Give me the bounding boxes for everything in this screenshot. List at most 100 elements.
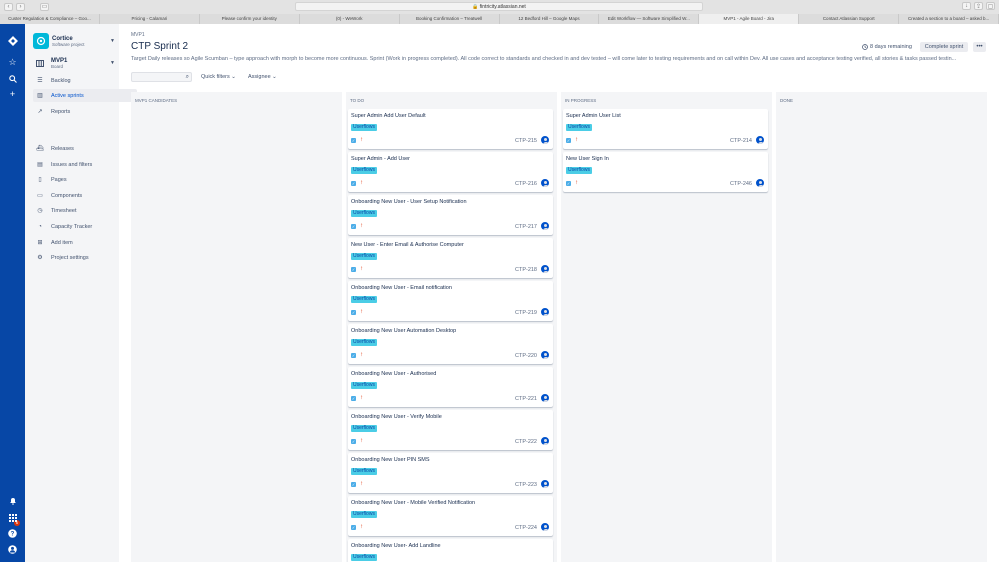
app-switcher-icon[interactable] [7, 512, 18, 523]
share-icon[interactable]: ⇪ [974, 2, 983, 10]
epic-label[interactable]: Userflows [351, 167, 377, 174]
assignee-avatar[interactable] [540, 393, 550, 403]
epic-label[interactable]: Userflows [351, 210, 377, 217]
epic-label[interactable]: Userflows [566, 167, 592, 174]
project-header[interactable]: Cortice Software project ▼ [33, 32, 115, 50]
sidebar-toggle-icon[interactable]: ▭ [40, 2, 49, 11]
assignee-avatar[interactable] [540, 436, 550, 446]
browser-tab[interactable]: Please confirm your identity [199, 14, 300, 24]
complete-sprint-button[interactable]: Complete sprint [920, 42, 968, 52]
issue-card[interactable]: New User Sign In Userflows ✓ ↑ CTP-246 [563, 152, 768, 192]
browser-tab[interactable]: Pricing - Calamari [99, 14, 200, 24]
issue-key[interactable]: CTP-219 [515, 310, 537, 316]
issue-key[interactable]: CTP-246 [730, 181, 752, 187]
issue-key[interactable]: CTP-215 [515, 138, 537, 144]
story-type-icon: ✓ [566, 181, 571, 186]
assignee-avatar[interactable] [540, 307, 550, 317]
assignee-avatar[interactable] [540, 350, 550, 360]
browser-tab[interactable]: Booking Confirmation – Treatwell [399, 14, 500, 24]
epic-label[interactable]: Userflows [351, 296, 377, 303]
assignee-avatar[interactable] [540, 221, 550, 231]
browser-tab[interactable]: Custer Regulation & Compliance – Goo... [0, 14, 100, 24]
sidebar-item-pages[interactable]: ▯ Pages [33, 173, 137, 186]
sidebar-item-timesheet[interactable]: ◷ Timesheet [33, 204, 137, 217]
address-bar[interactable]: 🔒 fintricity.atlassian.net [295, 2, 703, 11]
sidebar-item-components[interactable]: ▭ Components [33, 189, 137, 202]
issue-card[interactable]: Onboarding New User - User Setup Notific… [348, 195, 553, 235]
issue-card[interactable]: Onboarding New User - Mobile Verified No… [348, 496, 553, 536]
sidebar-item-backlog[interactable]: ☰ Backlog [33, 74, 137, 87]
chevron-down-icon[interactable]: ▼ [110, 38, 115, 44]
sidebar-item-add-item[interactable]: ⊞ Add item [33, 236, 137, 249]
issue-key[interactable]: CTP-223 [515, 482, 537, 488]
quick-filters-dropdown[interactable]: Quick filters ⌄ [201, 74, 236, 80]
issue-card[interactable]: Super Admin Add User Default Userflows ✓ ↑ C… [348, 109, 553, 149]
assignee-avatar[interactable] [540, 178, 550, 188]
assignee-avatar[interactable] [755, 178, 765, 188]
profile-icon[interactable] [7, 544, 18, 555]
issue-card[interactable]: Onboarding New User Automation Desktop Us… [348, 324, 553, 364]
assignee-avatar[interactable] [540, 522, 550, 532]
epic-label[interactable]: Userflows [351, 468, 377, 475]
issue-key[interactable]: CTP-222 [515, 439, 537, 445]
issue-card[interactable]: Onboarding New User - Verify Mobile Userf… [348, 410, 553, 450]
epic-label[interactable]: Userflows [351, 511, 377, 518]
help-icon[interactable]: ? [7, 528, 18, 539]
breadcrumb[interactable]: MVP1 [131, 32, 145, 38]
issue-card[interactable]: Onboarding New User - Email notification… [348, 281, 553, 321]
epic-label[interactable]: Userflows [566, 124, 592, 131]
issue-key[interactable]: CTP-220 [515, 353, 537, 359]
issue-key[interactable]: CTP-218 [515, 267, 537, 273]
sidebar-item-reports[interactable]: ↗ Reports [33, 105, 137, 118]
sidebar-item-releases[interactable]: ⛴ Releases [33, 142, 137, 155]
more-actions-button[interactable]: ••• [973, 42, 986, 52]
forward-icon[interactable]: › [16, 2, 25, 11]
issue-key[interactable]: CTP-216 [515, 181, 537, 187]
epic-label[interactable]: Userflows [351, 425, 377, 432]
epic-label[interactable]: Userflows [351, 554, 377, 561]
issue-card[interactable]: New User - Enter Email & Authorise Compu… [348, 238, 553, 278]
browser-tab[interactable]: 12 Bedford Hill – Google Maps [499, 14, 600, 24]
epic-label[interactable]: Userflows [351, 253, 377, 260]
sidebar-item-issues[interactable]: ▤ Issues and filters [33, 158, 137, 171]
browser-tab[interactable]: Contact Atlassian Support [799, 14, 900, 24]
tabs-overview-icon[interactable]: ▢ [986, 2, 995, 10]
issue-key[interactable]: CTP-224 [515, 525, 537, 531]
browser-tab[interactable]: Edit Workflow — Software Simplified W... [599, 14, 700, 24]
sidebar-item-label: Project settings [51, 254, 89, 261]
assignee-avatar[interactable] [540, 135, 550, 145]
assignee-avatar[interactable] [540, 264, 550, 274]
assignee-avatar[interactable] [540, 479, 550, 489]
search-input[interactable]: ⌕ [131, 72, 192, 82]
assignee-dropdown[interactable]: Assignee ⌄ [248, 74, 277, 80]
sidebar-item-project-settings[interactable]: ⚙ Project settings [33, 251, 137, 264]
priority-high-icon: ↑ [360, 438, 363, 444]
issue-key[interactable]: CTP-214 [730, 138, 752, 144]
issue-card[interactable]: Super Admin User List Userflows ✓ ↑ CTP-214 [563, 109, 768, 149]
star-icon[interactable]: ☆ [7, 57, 18, 68]
browser-tab[interactable]: MVP1 - Agile Board - Jira [699, 14, 800, 24]
issue-card[interactable]: Onboarding New User PIN SMS Userflows ✓ ↑ CT… [348, 453, 553, 493]
search-icon[interactable] [7, 73, 18, 84]
board-selector[interactable]: MVP1 Board ▼ [33, 57, 115, 69]
create-icon[interactable]: + [7, 88, 18, 99]
back-icon[interactable]: ‹ [4, 2, 13, 11]
epic-label[interactable]: Userflows [351, 124, 377, 131]
notifications-icon[interactable] [7, 495, 18, 506]
chevron-down-icon[interactable]: ▼ [110, 60, 115, 66]
epic-label[interactable]: Userflows [351, 339, 377, 346]
issue-key[interactable]: CTP-221 [515, 396, 537, 402]
issue-card[interactable]: Onboarding New User - Authorised Userflow… [348, 367, 553, 407]
epic-label[interactable]: Userflows [351, 382, 377, 389]
issue-summary: Onboarding New User - Email notification [351, 285, 452, 291]
browser-tab[interactable]: Created a section to a board – asked b..… [899, 14, 999, 24]
sidebar-item-active-sprints[interactable]: ▥ Active sprints [33, 89, 137, 102]
assignee-avatar[interactable] [755, 135, 765, 145]
browser-tab[interactable]: (0) - WeWork [299, 14, 400, 24]
download-icon[interactable]: ↓ [962, 2, 971, 10]
issue-key[interactable]: CTP-217 [515, 224, 537, 230]
jira-logo-icon[interactable] [7, 35, 18, 46]
issue-card[interactable]: Super Admin - Add User Userflows ✓ ↑ CTP-216 [348, 152, 553, 192]
issue-card[interactable]: Onboarding New User- Add Landline Userflo… [348, 539, 553, 562]
sidebar-item-capacity-tracker[interactable]: ◔ Capacity Tracker [33, 220, 137, 233]
